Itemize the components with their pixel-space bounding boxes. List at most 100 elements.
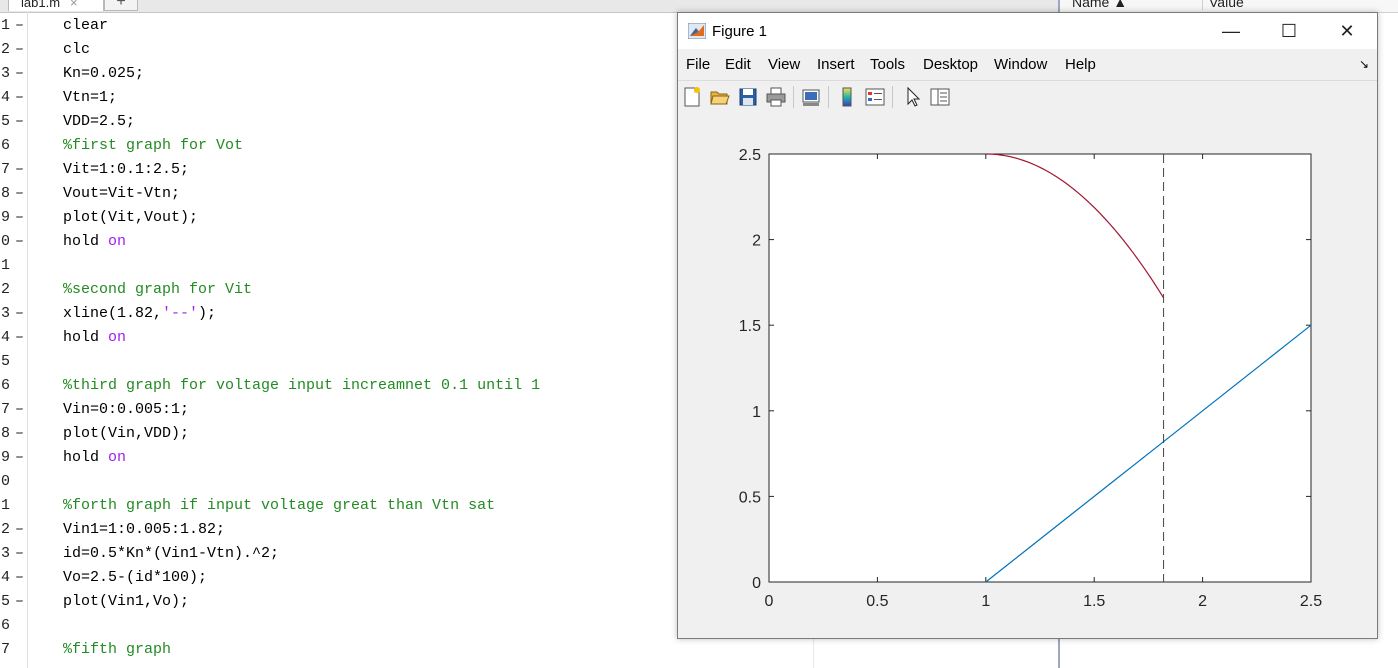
- y-tick-label: 1.5: [739, 318, 761, 335]
- save-icon[interactable]: [737, 86, 759, 108]
- code-line[interactable]: 7 %fifth graph: [0, 638, 820, 662]
- property-inspector-icon[interactable]: [929, 86, 951, 108]
- y-tick-label: 2: [752, 233, 761, 250]
- line-number: 7: [0, 161, 10, 178]
- dock-arrow-icon[interactable]: ↘: [1359, 57, 1369, 71]
- code-text: VDD=2.5;: [63, 110, 135, 134]
- breakpoint-marker[interactable]: –: [15, 422, 24, 446]
- code-text: %fifth graph: [63, 638, 171, 662]
- code-text: hold on: [63, 230, 126, 254]
- plot-area[interactable]: 0 0.5 1 1.5 2 2.5 0 0.5 1 1.5 2 2.5: [678, 113, 1377, 638]
- close-button[interactable]: ✕: [1318, 13, 1376, 49]
- code-text: hold on: [63, 326, 126, 350]
- figure-window[interactable]: Figure 1 — ☐ ✕ File Edit View Insert Too…: [677, 12, 1378, 639]
- code-token: VDD=2.5;: [63, 113, 136, 130]
- colorbar-icon[interactable]: [836, 86, 858, 108]
- breakpoint-marker[interactable]: –: [15, 62, 24, 86]
- link-plot-icon[interactable]: [800, 86, 822, 108]
- line-number: 1: [0, 257, 10, 274]
- breakpoint-marker[interactable]: –: [15, 518, 24, 542]
- breakpoint-marker[interactable]: –: [15, 230, 24, 254]
- line-number: 3: [0, 305, 10, 322]
- code-token: on: [108, 449, 127, 466]
- code-token: Vin=0:0.005:1;: [63, 401, 190, 418]
- line-number: 6: [0, 617, 10, 634]
- breakpoint-marker[interactable]: –: [15, 446, 24, 470]
- axes-box[interactable]: [768, 153, 1312, 583]
- breakpoint-marker[interactable]: –: [15, 14, 24, 38]
- tab-lab1-m[interactable]: lab1.m ×: [8, 0, 104, 11]
- code-token: %third graph for voltage input increamne…: [63, 377, 541, 394]
- breakpoint-marker[interactable]: –: [15, 590, 24, 614]
- code-text: plot(Vin1,Vo);: [63, 590, 189, 614]
- code-token: hold: [63, 233, 109, 250]
- workspace-name-column[interactable]: Name ▲: [1072, 0, 1127, 10]
- code-token: %fifth graph: [63, 641, 172, 658]
- line-number: 8: [0, 185, 10, 202]
- breakpoint-marker[interactable]: –: [15, 326, 24, 350]
- code-token: plot(Vin1,Vo);: [63, 593, 190, 610]
- code-text: plot(Vin,VDD);: [63, 422, 189, 446]
- line-number: 9: [0, 209, 10, 226]
- line-number: 9: [0, 449, 10, 466]
- matlab-logo-icon: [688, 23, 706, 39]
- legend-icon[interactable]: [864, 86, 886, 108]
- breakpoint-marker[interactable]: –: [15, 566, 24, 590]
- code-token: id=0.5*Kn*(Vin1-Vtn).^2;: [63, 545, 280, 562]
- x-tick-label: 1: [981, 593, 990, 610]
- new-tab-button[interactable]: +: [104, 0, 138, 11]
- code-text: %third graph for voltage input increamne…: [63, 374, 540, 398]
- code-token: on: [108, 233, 127, 250]
- code-token: plot(Vin,VDD);: [63, 425, 190, 442]
- line-number: 0: [0, 473, 10, 490]
- menu-desktop[interactable]: Desktop: [923, 56, 978, 73]
- print-icon[interactable]: [765, 86, 787, 108]
- breakpoint-marker[interactable]: –: [15, 206, 24, 230]
- breakpoint-marker[interactable]: –: [15, 542, 24, 566]
- breakpoint-marker[interactable]: –: [15, 110, 24, 134]
- code-text: xline(1.82,'--');: [63, 302, 216, 326]
- open-file-icon[interactable]: [709, 86, 731, 108]
- toolbar-separator: [828, 86, 829, 108]
- line-number: 4: [0, 89, 10, 106]
- breakpoint-marker[interactable]: –: [15, 398, 24, 422]
- figure-title: Figure 1: [712, 23, 768, 40]
- line-number: 3: [0, 65, 10, 82]
- minimize-button[interactable]: —: [1202, 13, 1260, 49]
- menu-file[interactable]: File: [686, 56, 710, 73]
- breakpoint-marker[interactable]: –: [15, 158, 24, 182]
- code-token: plot(Vit,Vout);: [63, 209, 199, 226]
- code-token: Kn=0.025;: [63, 65, 145, 82]
- menu-view[interactable]: View: [768, 56, 800, 73]
- breakpoint-marker[interactable]: –: [15, 302, 24, 326]
- code-text: Vin=0:0.005:1;: [63, 398, 189, 422]
- line-number: 3: [0, 545, 10, 562]
- line-number: 5: [0, 113, 10, 130]
- tab-close-icon[interactable]: ×: [70, 0, 78, 10]
- workspace-value-column[interactable]: Value: [1202, 0, 1244, 10]
- edit-plot-pointer-icon[interactable]: [902, 86, 924, 108]
- line-number: 6: [0, 137, 10, 154]
- code-token: '--': [162, 305, 199, 322]
- figure-titlebar[interactable]: Figure 1 — ☐ ✕: [678, 13, 1377, 49]
- y-tick-label: 0.5: [739, 489, 761, 506]
- breakpoint-marker[interactable]: –: [15, 38, 24, 62]
- menu-tools[interactable]: Tools: [870, 56, 905, 73]
- line-number: 4: [0, 329, 10, 346]
- menu-help[interactable]: Help: [1065, 56, 1096, 73]
- maximize-button[interactable]: ☐: [1260, 13, 1318, 49]
- code-text: Vout=Vit-Vtn;: [63, 182, 180, 206]
- menu-insert[interactable]: Insert: [817, 56, 855, 73]
- code-token: on: [108, 329, 127, 346]
- new-figure-icon[interactable]: [681, 86, 703, 108]
- menu-edit[interactable]: Edit: [725, 56, 751, 73]
- line-number: 2: [0, 41, 10, 58]
- code-text: plot(Vit,Vout);: [63, 206, 198, 230]
- line-chart[interactable]: 0 0.5 1 1.5 2 2.5 0 0.5 1 1.5 2 2.5: [678, 113, 1377, 638]
- menu-window[interactable]: Window: [994, 56, 1047, 73]
- line-number: 1: [0, 497, 10, 514]
- breakpoint-marker[interactable]: –: [15, 182, 24, 206]
- code-text: Vo=2.5-(id*100);: [63, 566, 207, 590]
- code-token: Vtn=1;: [63, 89, 118, 106]
- breakpoint-marker[interactable]: –: [15, 86, 24, 110]
